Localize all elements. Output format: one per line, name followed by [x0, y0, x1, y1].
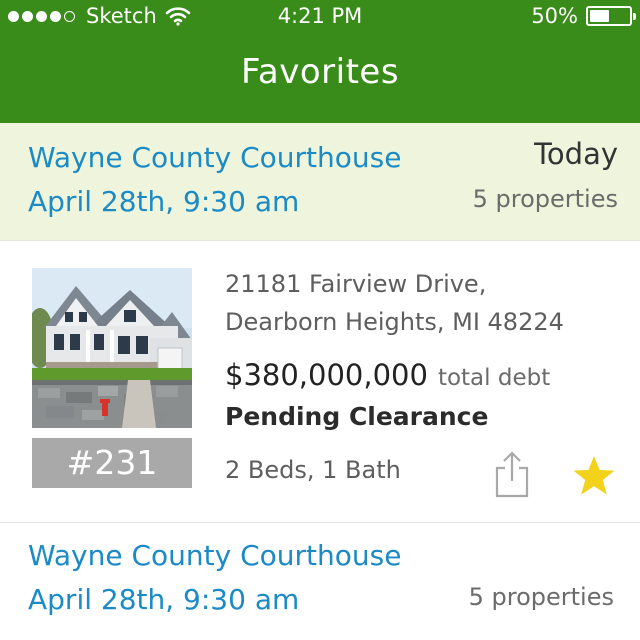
property-address-line2: Dearborn Heights, MI 48224: [225, 308, 564, 336]
price-line: $380,000,000 total debt: [225, 358, 550, 392]
page-title: Favorites: [240, 52, 400, 92]
battery-fill: [590, 10, 609, 22]
event-property-count: 5 properties: [472, 185, 618, 213]
event-location: Wayne County Courthouse: [28, 141, 402, 174]
battery-icon: [586, 6, 636, 26]
star-icon: [573, 456, 615, 495]
property-status: Pending Clearance: [225, 402, 489, 431]
favorite-star-button[interactable]: [572, 454, 616, 498]
event-date: April 28th, 9:30 am: [28, 583, 300, 616]
event-location: Wayne County Courthouse: [28, 539, 402, 572]
share-button[interactable]: [494, 450, 530, 498]
status-right: 50%: [531, 4, 636, 28]
auction-event-row[interactable]: Wayne County Courthouse April 28th, 9:30…: [0, 123, 640, 241]
property-photo: [32, 268, 192, 428]
app-header: Sketch 4:21 PM 50% Favorites: [0, 0, 640, 123]
status-bar: Sketch 4:21 PM 50%: [0, 0, 640, 32]
battery-percent: 50%: [531, 4, 578, 28]
auction-event-row[interactable]: Wayne County Courthouse April 28th, 9:30…: [0, 522, 640, 640]
share-icon: [495, 451, 529, 498]
event-day-label: Today: [534, 137, 618, 171]
price-label: total debt: [437, 365, 551, 391]
property-beds-baths: 2 Beds, 1 Bath: [225, 456, 401, 484]
event-date: April 28th, 9:30 am: [28, 185, 300, 218]
property-card[interactable]: #231 21181 Fairview Drive, Dearborn Heig…: [0, 242, 640, 522]
property-address-line1: 21181 Fairview Drive,: [225, 270, 487, 298]
event-property-count: 5 properties: [468, 583, 614, 611]
property-price: $380,000,000: [225, 358, 428, 392]
battery-nub: [633, 13, 636, 20]
lot-number-badge: #231: [32, 438, 192, 488]
